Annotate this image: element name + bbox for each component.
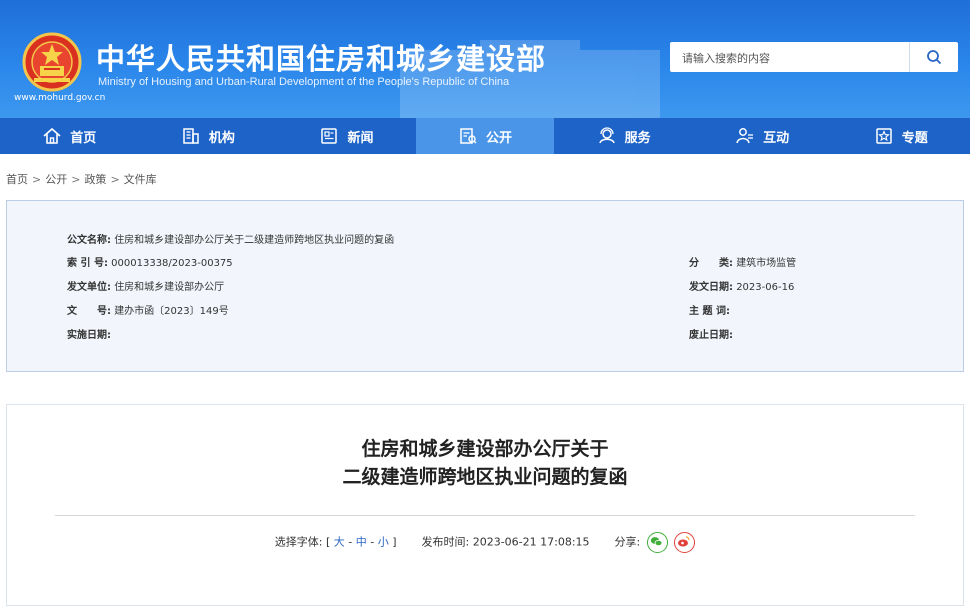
nav-label: 互动 (763, 130, 790, 146)
font-separator: - (344, 535, 356, 549)
share-label: 分享: (614, 535, 641, 549)
breadcrumb: 首页 > 公开 > 政策 > 文件库 (6, 171, 157, 187)
nav-item-home[interactable]: 首页 (0, 118, 139, 154)
font-small-button[interactable]: 小 (378, 536, 389, 549)
meta-issuer-key: 发文单位: (67, 282, 111, 293)
meta-subject-row: 主 题 词: (689, 302, 730, 317)
font-size-label: 选择字体: (274, 535, 323, 549)
meta-title-key: 公文名称: (67, 235, 111, 246)
article-title: 住房和城乡建设部办公厅关于 二级建造师跨地区执业问题的复函 (7, 435, 963, 491)
site-url: www.mohurd.gov.cn (14, 93, 106, 103)
article-title-line-1: 住房和城乡建设部办公厅关于 (361, 438, 609, 460)
meta-index-key: 索 引 号: (67, 258, 108, 269)
site-header: www.mohurd.gov.cn 中华人民共和国住房和城乡建设部 Minist… (0, 0, 970, 118)
article-title-line-2: 二级建造师跨地区执业问题的复函 (342, 466, 628, 488)
document-meta-panel: 公文名称: 住房和城乡建设部办公厅关于二级建造师跨地区执业问题的复函 索 引 号… (6, 200, 964, 372)
meta-title-value: 住房和城乡建设部办公厅关于二级建造师跨地区执业问题的复函 (114, 235, 395, 246)
nav-label: 首页 (70, 130, 97, 146)
service-icon (598, 127, 615, 144)
meta-category-value: 建筑市场监管 (736, 258, 797, 269)
meta-docno-row: 文 号: 建办市函〔2023〕149号 (67, 302, 229, 317)
meta-expiry-key: 废止日期: (689, 330, 733, 341)
breadcrumb-library[interactable]: 文件库 (124, 173, 157, 186)
nav-item-public[interactable]: 公开 (415, 118, 555, 154)
nav-item-topic[interactable]: 专题 (831, 118, 970, 154)
meta-expiry-row: 废止日期: (689, 326, 733, 341)
breadcrumb-public[interactable]: 公开 (45, 173, 67, 186)
search-input[interactable] (680, 47, 904, 69)
meta-docno-key: 文 号: (67, 306, 111, 317)
breadcrumb-home[interactable]: 首页 (6, 173, 28, 186)
nav-item-news[interactable]: 新闻 (277, 118, 416, 154)
meta-index-value: 000013338/2023-00375 (111, 258, 233, 269)
meta-index-row: 索 引 号: 000013338/2023-00375 (67, 254, 233, 269)
article-container: 住房和城乡建设部办公厅关于 二级建造师跨地区执业问题的复函 选择字体: [ 大 … (6, 404, 964, 606)
meta-title-row: 公文名称: 住房和城乡建设部办公厅关于二级建造师跨地区执业问题的复函 (67, 231, 394, 246)
publish-time-label: 发布时间: (421, 535, 470, 549)
nav-label: 专题 (901, 130, 928, 146)
nav-label: 公开 (486, 130, 513, 146)
building-icon (183, 128, 199, 144)
weibo-icon[interactable] (674, 532, 696, 553)
meta-subject-key: 主 题 词: (689, 306, 730, 317)
interaction-icon (736, 128, 754, 144)
meta-docno-value: 建办市函〔2023〕149号 (114, 306, 229, 317)
font-bracket-open: [ (325, 535, 331, 549)
meta-date-key: 发文日期: (689, 282, 733, 293)
font-large-button[interactable]: 大 (334, 536, 345, 549)
nav-label: 机构 (208, 130, 235, 146)
main-nav: 首页 机构 新闻 公开 服务 互动 专题 (0, 118, 970, 154)
topic-icon (876, 128, 892, 144)
font-medium-button[interactable]: 中 (356, 536, 367, 549)
document-icon (460, 128, 477, 144)
nav-item-interaction[interactable]: 互动 (693, 118, 832, 154)
title-divider (55, 515, 915, 516)
meta-effective-row: 实施日期: (67, 326, 111, 341)
site-title-en: Ministry of Housing and Urban-Rural Deve… (98, 76, 510, 88)
nav-label: 新闻 (347, 130, 374, 146)
search-icon (927, 50, 942, 65)
nav-item-service[interactable]: 服务 (554, 118, 693, 154)
nav-item-organization[interactable]: 机构 (139, 118, 278, 154)
site-title-cn[interactable]: 中华人民共和国住房和城乡建设部 (96, 36, 546, 78)
meta-date-row: 发文日期: 2023-06-16 (689, 278, 794, 293)
publish-time: 2023-06-21 17:08:15 (472, 535, 590, 549)
meta-category-key: 分 类: (689, 258, 733, 269)
breadcrumb-separator: > (110, 173, 120, 186)
home-icon (43, 127, 61, 144)
breadcrumb-separator: > (32, 173, 42, 186)
nav-label: 服务 (624, 130, 651, 146)
meta-issuer-row: 发文单位: 住房和城乡建设部办公厅 (67, 278, 224, 293)
news-icon (321, 128, 338, 144)
article-toolbar: 选择字体: [ 大 - 中 - 小 ] 发布时间: 2023-06-21 17:… (7, 532, 963, 553)
meta-effective-key: 实施日期: (67, 330, 111, 341)
meta-category-row: 分 类: 建筑市场监管 (689, 254, 796, 269)
search-box (670, 42, 958, 72)
meta-issuer-value: 住房和城乡建设部办公厅 (114, 282, 225, 293)
breadcrumb-policy[interactable]: 政策 (84, 173, 106, 186)
font-bracket-close: ] (392, 535, 397, 549)
search-button[interactable] (909, 42, 958, 72)
wechat-icon[interactable] (646, 532, 668, 553)
meta-date-value: 2023-06-16 (736, 282, 795, 293)
breadcrumb-separator: > (71, 173, 81, 186)
font-separator: - (366, 535, 378, 549)
national-emblem-icon (22, 32, 82, 92)
